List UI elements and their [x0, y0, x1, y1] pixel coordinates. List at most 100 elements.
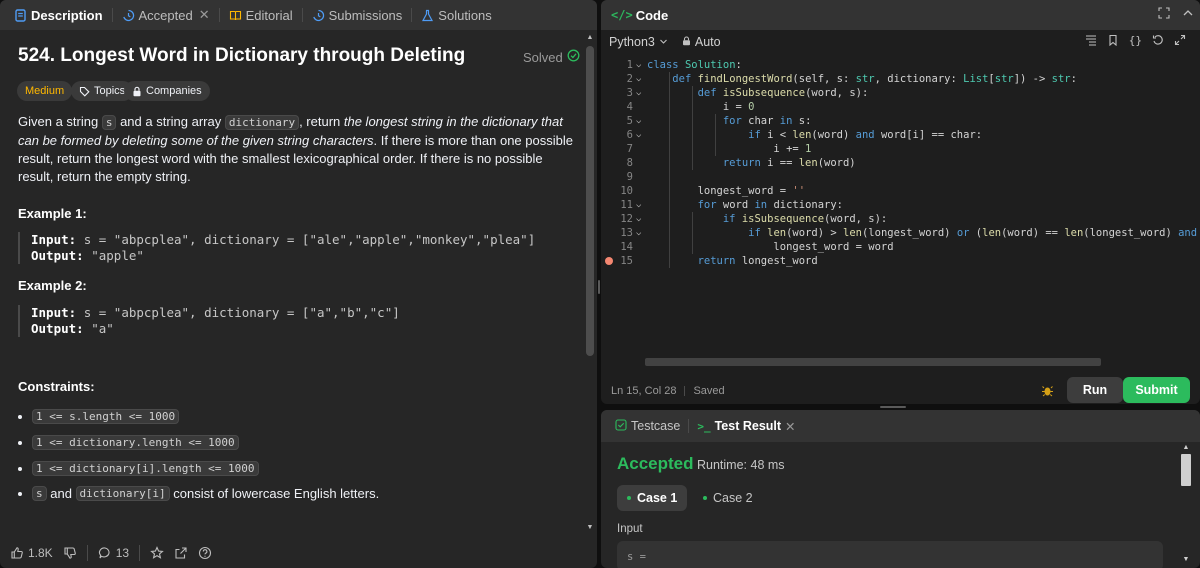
dislike-button[interactable] [63, 546, 77, 560]
star-icon [150, 546, 164, 560]
inline-code: 1 <= dictionary[i].length <= 1000 [32, 461, 259, 476]
bullet [18, 491, 22, 496]
submit-button[interactable]: Submit [1123, 377, 1190, 403]
tab-label: Description [31, 7, 103, 23]
favorite-button[interactable] [150, 546, 164, 560]
case-label: Case 2 [713, 491, 753, 505]
tab-label: Editorial [245, 7, 293, 23]
share-button[interactable] [174, 546, 188, 560]
code-line: 15 return longest_word [601, 254, 1200, 268]
result-scrollbar[interactable]: ▲ ▼ [1179, 442, 1191, 568]
code-brackets-icon: </> [611, 8, 633, 22]
input-label: Input: [31, 232, 77, 247]
output-label: Output: [31, 321, 84, 336]
tab-description[interactable]: Description [8, 0, 109, 30]
code-line: 6 ⌵ if i < len(word) and word[i] == char: [626, 129, 983, 141]
tab-label: Solutions [438, 7, 492, 23]
input-value: s = [627, 551, 646, 563]
bullet [18, 414, 22, 419]
case-1-button[interactable]: Case 1 [617, 485, 688, 511]
example-output: "apple" [91, 248, 144, 263]
desc-text: and a string array [116, 114, 225, 129]
difficulty-badge[interactable]: Medium [17, 81, 73, 101]
terminal-icon: >_ [697, 419, 711, 433]
lock-icon [682, 35, 691, 49]
example-input: s = "abpcplea", dictionary = ["ale","app… [83, 232, 536, 247]
status-divider [684, 386, 686, 396]
close-icon[interactable]: ✕ [785, 419, 795, 434]
tab-test-result[interactable]: >_ Test Result ✕ [693, 419, 799, 434]
example-1-block: Input: s = "abpcplea", dictionary = ["al… [18, 232, 578, 264]
language-select[interactable]: Python3 [609, 35, 668, 49]
horizontal-resize-handle[interactable] [880, 406, 906, 408]
editor-horizontal-scrollbar[interactable] [645, 358, 1101, 366]
maximize-icon[interactable] [1158, 7, 1170, 22]
tag-icon [79, 86, 90, 97]
like-count: 1.8K [28, 546, 53, 560]
code-title-label: Code [635, 7, 669, 23]
tab-solutions[interactable]: Solutions [415, 0, 497, 30]
scroll-up-icon[interactable]: ▲ [1181, 444, 1191, 451]
help-button[interactable] [198, 546, 212, 560]
scrollbar-thumb[interactable] [586, 46, 594, 356]
code-line: 1 ⌵ class Solution: [626, 59, 742, 71]
braces-icon[interactable]: {} [1129, 34, 1142, 49]
tab-editorial[interactable]: Editorial [223, 0, 299, 30]
constraint-text: and [46, 486, 76, 501]
desc-text: Given a string [18, 114, 102, 129]
tab-label: Accepted [138, 7, 193, 23]
example-2-block: Input: s = "abpcplea", dictionary = ["a"… [18, 305, 578, 337]
problem-panel: Description Accepted ✕ Editorial Submiss… [0, 0, 597, 568]
tab-divider [218, 8, 220, 22]
tab-label: Test Result [714, 419, 782, 433]
description-scrollbar[interactable]: ▲ ▼ [584, 30, 596, 538]
bookmark-icon[interactable] [1107, 34, 1119, 49]
comments-button[interactable]: 13 [98, 546, 129, 560]
code-header-actions [1158, 7, 1194, 22]
scroll-up-icon[interactable]: ▲ [586, 34, 594, 42]
code-editor[interactable]: 1 ⌵ class Solution: 2 ⌵ def findLongestWord… [601, 58, 1200, 358]
tab-submissions[interactable]: Submissions [306, 0, 409, 30]
format-icon[interactable] [1085, 34, 1097, 49]
inline-code: 1 <= dictionary.length <= 1000 [32, 435, 239, 450]
bullet [18, 466, 22, 471]
companies-button[interactable]: Companies [124, 81, 210, 101]
solved-label: Solved [523, 49, 563, 65]
cursor-position: Ln 15, Col 28 [611, 385, 677, 397]
input-label: Input: [31, 305, 77, 320]
inline-code: s [101, 115, 117, 130]
constraint-item: 1 <= s.length <= 1000 [18, 409, 180, 424]
run-button[interactable]: Run [1067, 377, 1123, 403]
autocomplete-mode[interactable]: Auto [682, 35, 721, 49]
tab-accepted[interactable]: Accepted ✕ [116, 0, 216, 30]
code-line: 11 ⌵ for word in dictionary: [620, 199, 843, 211]
share-icon [174, 546, 188, 560]
chevron-up-icon[interactable] [1182, 7, 1194, 22]
debug-icon[interactable] [1041, 384, 1054, 400]
comment-icon [98, 546, 112, 560]
code-title: </> Code [611, 8, 668, 23]
tab-label: Testcase [631, 419, 681, 433]
footer-divider [139, 545, 141, 561]
scroll-down-icon[interactable]: ▼ [586, 524, 594, 532]
expand-icon[interactable] [1174, 34, 1186, 49]
case-2-button[interactable]: Case 2 [693, 485, 763, 511]
history-icon [312, 9, 325, 22]
close-icon[interactable]: ✕ [199, 7, 210, 23]
mode-label: Auto [694, 35, 721, 49]
code-line: 4 i = 0 [626, 101, 755, 113]
inline-code: 1 <= s.length <= 1000 [32, 409, 180, 424]
code-line: 8 return i == len(word) [626, 157, 856, 169]
thumbs-down-icon [63, 546, 77, 560]
scrollbar-thumb[interactable] [1181, 454, 1191, 486]
reset-icon[interactable] [1152, 34, 1164, 49]
problem-title: 524. Longest Word in Dictionary through … [18, 45, 466, 66]
vertical-resize-handle[interactable] [598, 280, 600, 294]
tab-divider [688, 419, 690, 433]
tab-testcase[interactable]: Testcase [611, 418, 684, 434]
example-output: "a" [91, 321, 114, 336]
scroll-down-icon[interactable]: ▼ [1181, 556, 1191, 563]
save-status: Saved [693, 385, 725, 397]
topics-label: Topics [94, 85, 126, 97]
like-button[interactable]: 1.8K [10, 546, 53, 560]
